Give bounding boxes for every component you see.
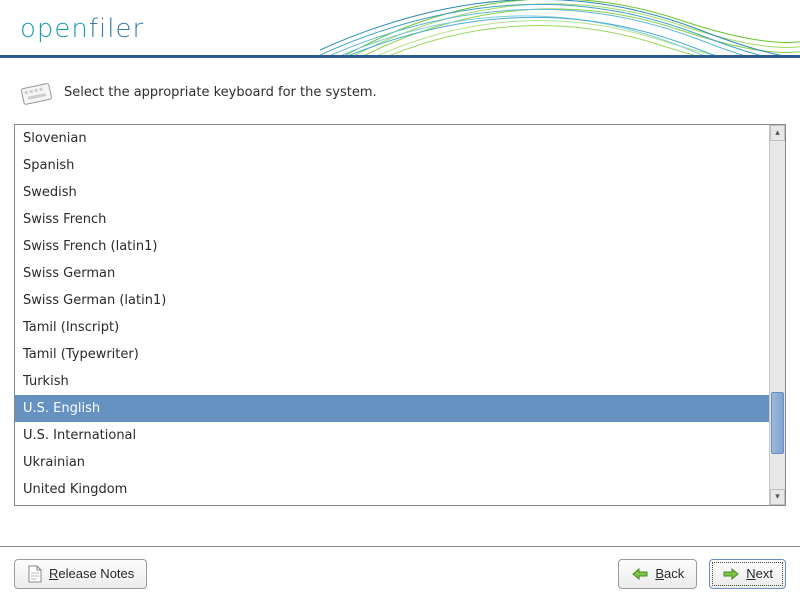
scrollbar[interactable]: ▴ ▾ xyxy=(769,125,785,505)
keyboard-listbox-container: SlovenianSpanishSwedishSwiss FrenchSwiss… xyxy=(14,124,786,506)
next-label: Next xyxy=(746,566,773,581)
scroll-down-button[interactable]: ▾ xyxy=(770,489,785,505)
list-item[interactable]: United Kingdom xyxy=(15,476,769,503)
list-item[interactable]: U.S. International xyxy=(15,422,769,449)
back-label: Back xyxy=(655,566,684,581)
instruction-text: Select the appropriate keyboard for the … xyxy=(64,85,377,100)
document-icon xyxy=(27,565,43,583)
main-content: Select the appropriate keyboard for the … xyxy=(0,58,800,546)
bottom-toolbar: Release Notes Back Next xyxy=(0,546,800,600)
logo-filer: filer xyxy=(89,14,144,44)
instruction-row: Select the appropriate keyboard for the … xyxy=(18,78,786,106)
keyboard-icon xyxy=(18,78,54,106)
header-banner: openfiler xyxy=(0,0,800,58)
list-item[interactable]: U.S. English xyxy=(15,395,769,422)
back-button[interactable]: Back xyxy=(618,559,697,589)
list-item[interactable]: Swiss German (latin1) xyxy=(15,287,769,314)
scroll-up-button[interactable]: ▴ xyxy=(770,125,785,141)
logo-open: open xyxy=(20,14,89,44)
release-notes-label: Release Notes xyxy=(49,566,134,581)
scroll-thumb[interactable] xyxy=(771,392,784,455)
logo: openfiler xyxy=(20,14,144,44)
list-item[interactable]: Tamil (Typewriter) xyxy=(15,341,769,368)
list-item[interactable]: Swiss French xyxy=(15,206,769,233)
list-item[interactable]: Slovenian xyxy=(15,125,769,152)
list-item[interactable]: Swiss French (latin1) xyxy=(15,233,769,260)
list-item[interactable]: Turkish xyxy=(15,368,769,395)
release-notes-button[interactable]: Release Notes xyxy=(14,559,147,589)
list-item[interactable]: Swedish xyxy=(15,179,769,206)
arrow-left-icon xyxy=(631,567,649,581)
list-item[interactable]: Spanish xyxy=(15,152,769,179)
list-item[interactable]: Tamil (Inscript) xyxy=(15,314,769,341)
scroll-track[interactable] xyxy=(770,141,785,489)
keyboard-listbox[interactable]: SlovenianSpanishSwedishSwiss FrenchSwiss… xyxy=(15,125,769,505)
list-item[interactable]: Swiss German xyxy=(15,260,769,287)
header-swirl-decoration xyxy=(320,0,800,58)
arrow-right-icon xyxy=(722,567,740,581)
list-item[interactable]: Ukrainian xyxy=(15,449,769,476)
next-button[interactable]: Next xyxy=(709,559,786,589)
